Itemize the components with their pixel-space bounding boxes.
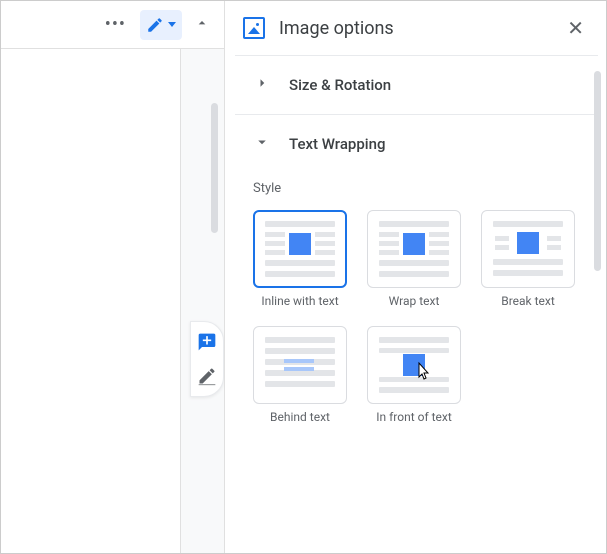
- wrap-option-label: Behind text: [270, 410, 330, 424]
- section-label: Size & Rotation: [289, 76, 391, 94]
- style-label: Style: [253, 181, 588, 196]
- chevron-down-icon: [253, 133, 271, 155]
- wrap-option-label: Wrap text: [389, 294, 440, 308]
- image-icon: [243, 17, 265, 39]
- section-size-rotation[interactable]: Size & Rotation: [253, 56, 588, 114]
- wrap-option-label: Break text: [501, 294, 555, 308]
- wrap-option-label: Inline with text: [261, 294, 338, 308]
- dropdown-caret-icon: [168, 22, 176, 27]
- section-text-wrapping[interactable]: Text Wrapping: [253, 115, 588, 173]
- document-page: [1, 49, 181, 553]
- chevron-right-icon: [253, 74, 271, 96]
- image-options-panel: Image options ✕ Size & Rotation Text Wra…: [224, 1, 606, 553]
- close-icon[interactable]: ✕: [563, 12, 588, 44]
- panel-title: Image options: [279, 18, 549, 39]
- panel-scrollbar[interactable]: [594, 71, 601, 271]
- collapse-chevron-icon[interactable]: [188, 15, 216, 35]
- edit-mode-button[interactable]: [140, 10, 182, 40]
- more-menu-icon[interactable]: •••: [97, 14, 134, 35]
- wrap-option-wrap[interactable]: Wrap text: [367, 210, 461, 308]
- pencil-icon: [146, 16, 164, 34]
- wrap-option-inline[interactable]: Inline with text: [253, 210, 347, 308]
- document-canvas[interactable]: [1, 49, 224, 553]
- wrap-option-break[interactable]: Break text: [481, 210, 575, 308]
- wrap-option-behind[interactable]: Behind text: [253, 326, 347, 424]
- scrollbar[interactable]: [211, 103, 218, 233]
- suggest-edits-icon[interactable]: [197, 366, 217, 386]
- section-label: Text Wrapping: [289, 135, 385, 153]
- add-comment-icon[interactable]: [197, 332, 217, 352]
- wrap-option-label: In front of text: [376, 410, 452, 424]
- wrap-option-front[interactable]: In front of text: [367, 326, 461, 424]
